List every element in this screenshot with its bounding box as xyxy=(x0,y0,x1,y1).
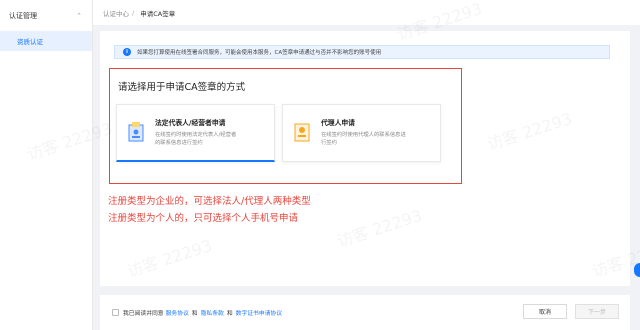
card-description: 在线签约时使用法定代表人/经营者 的联系信息进行签约 xyxy=(155,131,236,147)
chevron-up-icon: ⌃ xyxy=(76,11,82,20)
legal-representative-icon xyxy=(128,122,144,142)
method-selection-title: 请选择用于申请CA签章的方式 xyxy=(118,82,246,93)
sidebar: 认证管理 ⌃ 资质认证 xyxy=(0,0,93,330)
breadcrumb-separator: / xyxy=(132,8,135,17)
card-title: 法定代表人/经营者申请 xyxy=(155,119,226,127)
breadcrumb-parent[interactable]: 认证中心 xyxy=(103,8,129,18)
card-legal-representative[interactable]: 法定代表人/经营者申请 在线签约时使用法定代表人/经营者 的联系信息进行签约 xyxy=(116,104,275,162)
notice-text: 如果您打算使用在线签署合同服务，可能会使用本服务，CA签章申请通过与否并不影响您… xyxy=(137,50,382,56)
card-title: 代理人申请 xyxy=(321,119,355,127)
annotation-enterprise: 注册类型为企业的，可选择法人/代理人两种类型 xyxy=(108,196,311,207)
floating-helper-tab[interactable] xyxy=(634,263,640,277)
card-description-line: 行签约 xyxy=(321,140,337,146)
breadcrumb: 认证中心 / 申请CA签章 xyxy=(93,0,640,25)
card-description-line: 在线签约时使用代理人的联系信息进 xyxy=(321,132,406,138)
sidebar-group-label: 认证管理 xyxy=(9,11,37,20)
sidebar-item-label: 资质认证 xyxy=(17,38,43,46)
and-text: 和 xyxy=(226,311,233,317)
next-button[interactable]: 下一步 xyxy=(575,304,619,319)
privacy-terms-link[interactable]: 隐私条款 xyxy=(201,308,224,317)
agent-icon xyxy=(294,123,310,142)
card-agent[interactable]: 代理人申请 在线签约时使用代理人的联系信息进 行签约 xyxy=(282,104,441,162)
sidebar-group-cert-management[interactable]: 认证管理 ⌃ xyxy=(0,0,92,31)
digital-cert-agreement-link[interactable]: 数字证书申请协议 xyxy=(236,308,282,317)
service-agreement-link[interactable]: 服务协议 xyxy=(166,308,189,317)
breadcrumb-current: 申请CA签章 xyxy=(140,9,176,18)
card-description: 在线签约时使用代理人的联系信息进 行签约 xyxy=(321,131,406,147)
agree-checkbox[interactable] xyxy=(112,309,119,316)
cancel-button[interactable]: 取消 xyxy=(523,304,567,319)
method-selection-box: 请选择用于申请CA签章的方式 法定代表人/经营者申请 在线签约时使用法定代表人/… xyxy=(109,68,462,184)
card-description-line: 的联系信息进行签约 xyxy=(155,140,203,146)
and-text: 和 xyxy=(191,311,198,317)
card-description-line: 在线签约时使用法定代表人/经营者 xyxy=(155,132,237,138)
footer-bar: 我已阅读并同意 服务协议 和 隐私条款 和 数字证书申请协议 取消 下一步 xyxy=(100,295,630,330)
agreement: 我已阅读并同意 服务协议 和 隐私条款 和 数字证书申请协议 xyxy=(112,308,282,317)
info-icon: i xyxy=(123,48,131,56)
info-notice: i 如果您打算使用在线签署合同服务，可能会使用本服务，CA签章申请通过与否并不影… xyxy=(114,45,610,59)
sidebar-item-qualification[interactable]: 资质认证 xyxy=(0,31,92,51)
agree-prefix: 我已阅读并同意 xyxy=(123,311,164,317)
annotation-individual: 注册类型为个人的，只可选择个人手机号申请 xyxy=(108,213,299,224)
